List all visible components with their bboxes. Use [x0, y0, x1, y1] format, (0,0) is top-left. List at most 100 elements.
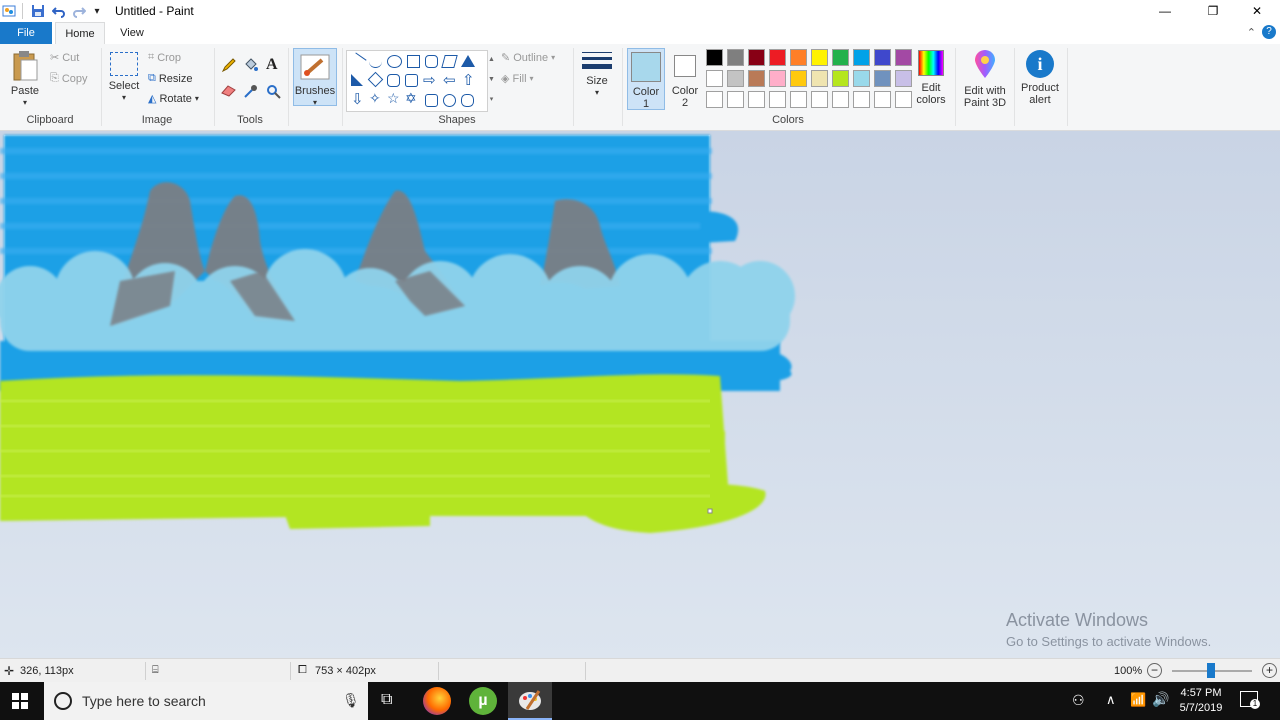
color1-button[interactable]: Color 1	[627, 48, 665, 110]
magnifier-icon[interactable]	[266, 84, 281, 102]
palette-swatch[interactable]	[769, 70, 786, 87]
palette-swatch[interactable]	[853, 70, 870, 87]
eraser-icon[interactable]	[221, 84, 236, 100]
palette-swatch[interactable]	[706, 91, 723, 108]
utorrent-icon[interactable]: µ	[469, 687, 497, 715]
rounded-rectangle-shape-icon[interactable]	[425, 55, 438, 68]
palette-swatch[interactable]	[727, 91, 744, 108]
rotate-button[interactable]: ◭ Rotate ▾	[148, 92, 199, 106]
firefox-icon[interactable]	[423, 687, 451, 715]
restore-button[interactable]: ❐	[1190, 0, 1236, 22]
palette-swatch[interactable]	[853, 49, 870, 66]
volume-icon[interactable]: 🔊	[1152, 691, 1169, 708]
task-view-icon[interactable]: ⧉	[381, 691, 392, 709]
left-arrow-shape-icon[interactable]: ⇦	[443, 71, 456, 89]
palette-swatch[interactable]	[748, 91, 765, 108]
brushes-button[interactable]: Brushes ▾	[293, 48, 337, 107]
resize-button[interactable]: ⧉ Resize	[148, 72, 192, 85]
palette-swatch[interactable]	[706, 49, 723, 66]
up-arrow-shape-icon[interactable]: ⇧	[462, 71, 475, 89]
palette-swatch[interactable]	[790, 91, 807, 108]
palette-swatch[interactable]	[811, 91, 828, 108]
select-button[interactable]: Select ▾	[106, 52, 142, 104]
triangle-shape-icon[interactable]	[461, 55, 475, 67]
undo-icon[interactable]	[51, 3, 67, 19]
wifi-icon[interactable]: 📶	[1130, 692, 1146, 708]
tab-file[interactable]: File	[0, 22, 52, 44]
shapes-scroll[interactable]: ▲ ▼ ▾	[487, 50, 496, 110]
text-tool-icon[interactable]: A	[266, 56, 278, 74]
palette-swatch[interactable]	[874, 70, 891, 87]
minimize-button[interactable]: —	[1142, 0, 1188, 22]
five-point-star-shape-icon[interactable]: ☆	[387, 90, 400, 107]
tab-view[interactable]: View	[110, 22, 154, 44]
right-triangle-shape-icon[interactable]	[351, 74, 363, 86]
paint-taskbar-button[interactable]	[508, 682, 552, 720]
shapes-gallery[interactable]: ⇨ ⇦ ⇧ ⇩ ✧ ☆ ✡	[346, 50, 488, 112]
polygon-shape-icon[interactable]	[441, 55, 458, 68]
right-arrow-shape-icon[interactable]: ⇨	[423, 71, 436, 89]
palette-swatch[interactable]	[895, 70, 912, 87]
cloud-callout-shape-icon[interactable]	[461, 94, 474, 107]
rectangle-shape-icon[interactable]	[407, 55, 420, 68]
outline-button[interactable]: ✎ Outline ▾	[501, 51, 555, 65]
palette-swatch[interactable]	[727, 70, 744, 87]
microphone-icon[interactable]: 🎙	[342, 692, 360, 709]
color2-button[interactable]: Color 2	[667, 48, 703, 110]
line-shape-icon[interactable]	[348, 52, 367, 71]
palette-swatch[interactable]	[769, 91, 786, 108]
palette-swatch[interactable]	[832, 49, 849, 66]
palette-swatch[interactable]	[874, 49, 891, 66]
fill-button[interactable]: ◈ Fill ▾	[501, 72, 534, 86]
palette-swatch[interactable]	[727, 49, 744, 66]
customize-qat-dropdown[interactable]: ▾	[92, 3, 102, 19]
edit-with-paint3d-button[interactable]: Edit with Paint 3D	[960, 50, 1010, 109]
product-alert-button[interactable]: i Product alert	[1018, 50, 1062, 106]
hexagon-shape-icon[interactable]	[405, 74, 418, 87]
palette-swatch[interactable]	[874, 91, 891, 108]
pencil-icon[interactable]	[221, 58, 236, 76]
palette-swatch[interactable]	[811, 70, 828, 87]
paint-app-icon[interactable]	[2, 3, 16, 19]
palette-swatch[interactable]	[895, 91, 912, 108]
show-hidden-icons-chevron-icon[interactable]: ∧	[1106, 692, 1116, 708]
color-picker-icon[interactable]	[243, 84, 258, 102]
crop-button[interactable]: ⌗ Crop	[148, 51, 181, 64]
clock[interactable]: 4:57 PM 5/7/2019	[1176, 686, 1226, 716]
canvas-workspace[interactable]: Activate Windows Go to Settings to activ…	[0, 131, 1280, 658]
oval-shape-icon[interactable]	[387, 55, 402, 68]
redo-icon[interactable]	[71, 3, 87, 19]
palette-swatch[interactable]	[790, 70, 807, 87]
palette-swatch[interactable]	[790, 49, 807, 66]
help-icon[interactable]: ?	[1262, 25, 1276, 39]
zoom-in-button[interactable]: +	[1262, 663, 1277, 678]
action-center-icon[interactable]: 1	[1240, 691, 1260, 709]
palette-swatch[interactable]	[853, 91, 870, 108]
down-arrow-shape-icon[interactable]: ⇩	[351, 90, 364, 108]
fill-bucket-icon[interactable]	[243, 58, 258, 76]
palette-swatch[interactable]	[832, 70, 849, 87]
windows-start-icon[interactable]	[12, 693, 28, 712]
six-point-star-shape-icon[interactable]: ✡	[405, 90, 417, 107]
copy-button[interactable]: ⎘ Copy	[50, 72, 88, 85]
cut-button[interactable]: ✂ Cut	[50, 51, 79, 65]
curve-shape-icon[interactable]	[369, 55, 382, 68]
people-icon[interactable]: ⚇	[1072, 692, 1085, 709]
zoom-slider-thumb[interactable]	[1207, 663, 1215, 678]
palette-swatch[interactable]	[811, 49, 828, 66]
palette-swatch[interactable]	[832, 91, 849, 108]
palette-swatch[interactable]	[748, 70, 765, 87]
size-button[interactable]: Size ▾	[578, 52, 616, 99]
four-point-star-shape-icon[interactable]: ✧	[369, 90, 381, 107]
palette-swatch[interactable]	[748, 49, 765, 66]
palette-swatch[interactable]	[706, 70, 723, 87]
minimize-ribbon-icon[interactable]: ⌃	[1247, 26, 1256, 39]
pentagon-shape-icon[interactable]	[387, 74, 400, 87]
save-icon[interactable]	[30, 3, 46, 19]
zoom-out-button[interactable]: −	[1147, 663, 1162, 678]
rounded-callout-shape-icon[interactable]	[425, 94, 438, 107]
edit-colors-button[interactable]: Edit colors	[913, 48, 949, 106]
palette-swatch[interactable]	[769, 49, 786, 66]
tab-home[interactable]: Home	[55, 22, 105, 44]
oval-callout-shape-icon[interactable]	[443, 94, 456, 107]
